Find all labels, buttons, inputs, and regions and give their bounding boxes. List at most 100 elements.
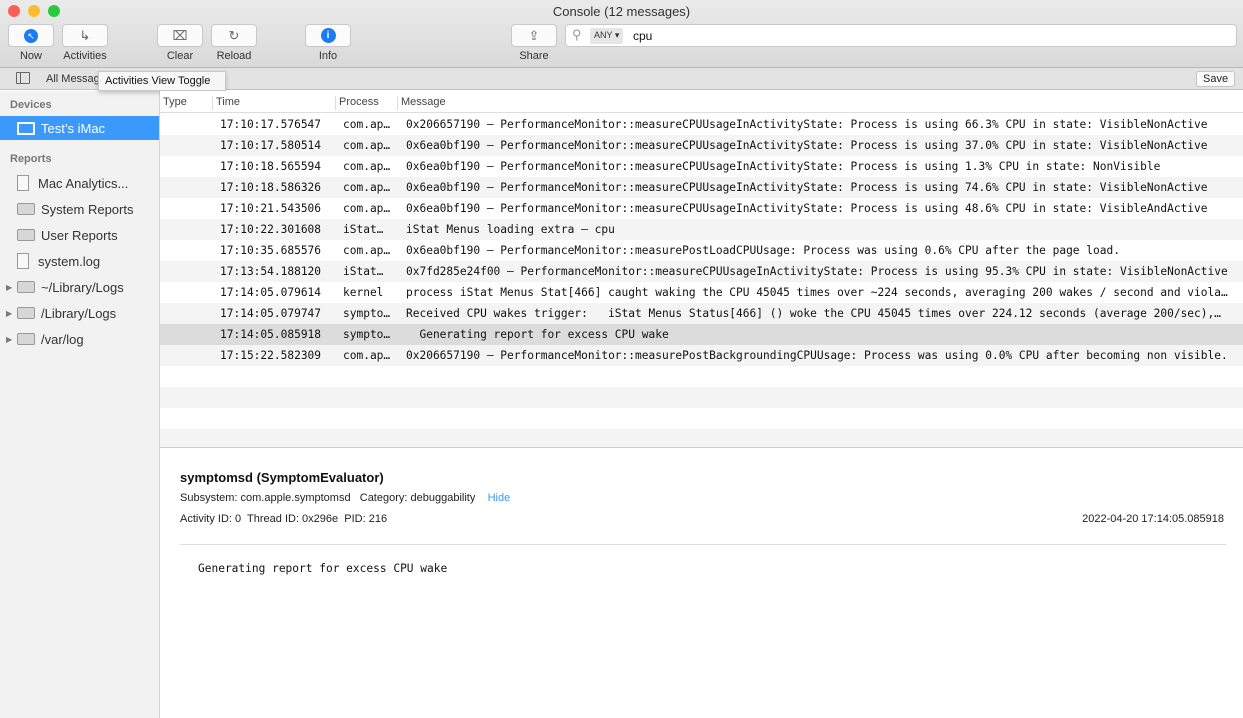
row-time: 17:10:21.543506	[220, 202, 322, 215]
sidebar-item-label: Mac Analytics...	[38, 175, 129, 191]
row-process: iStat…	[343, 223, 384, 236]
sidebar-toggle-icon[interactable]	[16, 72, 30, 84]
table-row[interactable]: 17:10:18.586326 com.ap… 0x6ea0bf190 – Perf…	[160, 177, 1243, 198]
row-time: 17:14:05.085918	[220, 328, 322, 341]
row-message: 0x6ea0bf190 – PerformanceMonitor::measur…	[406, 244, 1120, 257]
now-icon: ↖	[24, 28, 38, 43]
row-message: Received CPU wakes trigger: iStat Menus …	[406, 307, 1221, 320]
folder-icon	[17, 229, 35, 241]
table-row[interactable]: 17:10:17.580514 com.ap… 0x6ea0bf190 – Perf…	[160, 135, 1243, 156]
row-message: 0x6ea0bf190 – PerformanceMonitor::measur…	[406, 181, 1208, 194]
row-time: 17:10:17.576547	[220, 118, 322, 131]
detail-divider	[180, 544, 1226, 545]
row-time: 17:14:05.079614	[220, 286, 322, 299]
row-message: Generating report for excess CPU wake	[406, 328, 669, 341]
search-input[interactable]: cpu	[633, 29, 652, 43]
now-button[interactable]: ↖	[8, 24, 54, 47]
column-time[interactable]: Time	[212, 96, 240, 110]
column-message[interactable]: Message	[397, 96, 446, 110]
sidebar: Devices Test’s iMac Reports Mac Analytic…	[0, 91, 160, 718]
table-row[interactable]: 17:14:05.079614 kernel process iStat Menus…	[160, 282, 1243, 303]
sidebar-item[interactable]: ▶ ~/Library/Logs	[0, 276, 159, 298]
row-message: iStat Menus loading extra – cpu	[406, 223, 615, 236]
row-message: 0x6ea0bf190 – PerformanceMonitor::measur…	[406, 202, 1208, 215]
sidebar-item-device[interactable]: Test’s iMac	[0, 116, 159, 140]
row-message: process iStat Menus Stat[466] caught wak…	[406, 286, 1228, 299]
clear-icon: ⌧	[172, 27, 188, 43]
info-icon: i	[320, 28, 336, 43]
disclosure-triangle-icon[interactable]: ▶	[6, 309, 12, 318]
row-process: com.ap…	[343, 181, 391, 194]
reload-icon: ↻	[228, 27, 240, 43]
table-row[interactable]: 17:14:05.079747 sympto… Received CPU wakes…	[160, 303, 1243, 324]
window-title: Console (12 messages)	[552, 4, 691, 19]
row-message: 0x6ea0bf190 – PerformanceMonitor::measur…	[406, 160, 1161, 173]
column-process[interactable]: Process	[335, 96, 379, 110]
sidebar-item[interactable]: ▶ /var/log	[0, 328, 159, 350]
disclosure-triangle-icon[interactable]: ▶	[6, 335, 12, 344]
sidebar-item[interactable]: Mac Analytics...	[0, 172, 159, 194]
folder-icon	[17, 281, 35, 293]
reload-label: Reload	[216, 50, 252, 62]
doc-icon	[17, 175, 29, 191]
row-process: sympto…	[343, 307, 391, 320]
row-process: com.ap…	[343, 244, 391, 257]
info-button[interactable]: i	[305, 24, 351, 47]
devices-header: Devices	[10, 99, 52, 111]
share-icon: ⇪	[528, 27, 540, 43]
clear-button[interactable]: ⌧	[157, 24, 203, 47]
tooltip: Activities View Toggle	[98, 71, 226, 91]
row-message: 0x206657190 – PerformanceMonitor::measur…	[406, 118, 1208, 131]
activities-label: Activities	[63, 50, 107, 62]
table-row[interactable]: 17:10:18.565594 com.ap… 0x6ea0bf190 – Perf…	[160, 156, 1243, 177]
message-list: 17:10:17.576547 com.ap… 0x206657190 – Perf…	[160, 114, 1243, 450]
table-row[interactable]: 17:10:35.685576 com.ap… 0x6ea0bf190 – Perf…	[160, 240, 1243, 261]
detail-pane: symptomsd (SymptomEvaluator) Subsystem: …	[160, 447, 1243, 718]
row-time: 17:10:18.586326	[220, 181, 322, 194]
row-time: 17:14:05.079747	[220, 307, 322, 320]
search-scope-value: ANY	[594, 30, 613, 40]
empty-row	[160, 408, 1243, 429]
row-process: kernel	[343, 286, 384, 299]
doc-icon	[17, 253, 29, 269]
row-message: 0x7fd285e24f00 – PerformanceMonitor::mea…	[406, 265, 1228, 278]
sidebar-item[interactable]: System Reports	[0, 198, 159, 220]
table-row[interactable]: 17:13:54.188120 iStat… 0x7fd285e24f00 – Pe…	[160, 261, 1243, 282]
column-type[interactable]: Type	[160, 96, 187, 110]
table-row[interactable]: 17:15:22.582309 com.ap… 0x206657190 – Perf…	[160, 345, 1243, 366]
detail-ids: Activity ID: 0 Thread ID: 0x296e PID: 21…	[180, 513, 388, 525]
save-button[interactable]: Save	[1196, 71, 1236, 87]
row-process: sympto…	[343, 328, 391, 341]
row-process: com.ap…	[343, 139, 391, 152]
search-scope-select[interactable]: ANY ▾	[590, 28, 624, 44]
row-time: 17:10:17.580514	[220, 139, 322, 152]
detail-subsystem: Subsystem: com.apple.symptomsd	[180, 492, 351, 504]
sidebar-item-label: System Reports	[41, 201, 134, 217]
share-button[interactable]: ⇪	[511, 24, 557, 47]
empty-row	[160, 387, 1243, 408]
sidebar-item[interactable]: system.log	[0, 250, 159, 272]
sidebar-item[interactable]: ▶ /Library/Logs	[0, 302, 159, 324]
reports-header: Reports	[10, 153, 52, 165]
row-time: 17:15:22.582309	[220, 349, 322, 362]
table-row[interactable]: 17:14:05.085918 sympto… Generating report…	[160, 324, 1243, 345]
table-row[interactable]: 17:10:17.576547 com.ap… 0x206657190 – Perf…	[160, 114, 1243, 135]
sidebar-item[interactable]: User Reports	[0, 224, 159, 246]
search-field[interactable]: ⚲ ANY ▾ cpu	[565, 24, 1237, 47]
empty-row	[160, 366, 1243, 387]
search-icon: ⚲	[572, 27, 582, 42]
row-time: 17:10:18.565594	[220, 160, 322, 173]
folder-icon	[17, 307, 35, 319]
hide-link[interactable]: Hide	[488, 492, 511, 504]
sidebar-item-label: /var/log	[41, 331, 84, 347]
row-time: 17:10:35.685576	[220, 244, 322, 257]
disclosure-triangle-icon[interactable]: ▶	[6, 283, 12, 292]
share-label: Share	[519, 50, 549, 62]
activities-button[interactable]: ↳	[62, 24, 108, 47]
table-row[interactable]: 17:10:22.301608 iStat… iStat Menus loading…	[160, 219, 1243, 240]
row-time: 17:13:54.188120	[220, 265, 322, 278]
table-row[interactable]: 17:10:21.543506 com.ap… 0x6ea0bf190 – Perf…	[160, 198, 1243, 219]
folder-icon	[17, 333, 35, 345]
reload-button[interactable]: ↻	[211, 24, 257, 47]
activities-icon: ↳	[79, 27, 91, 43]
